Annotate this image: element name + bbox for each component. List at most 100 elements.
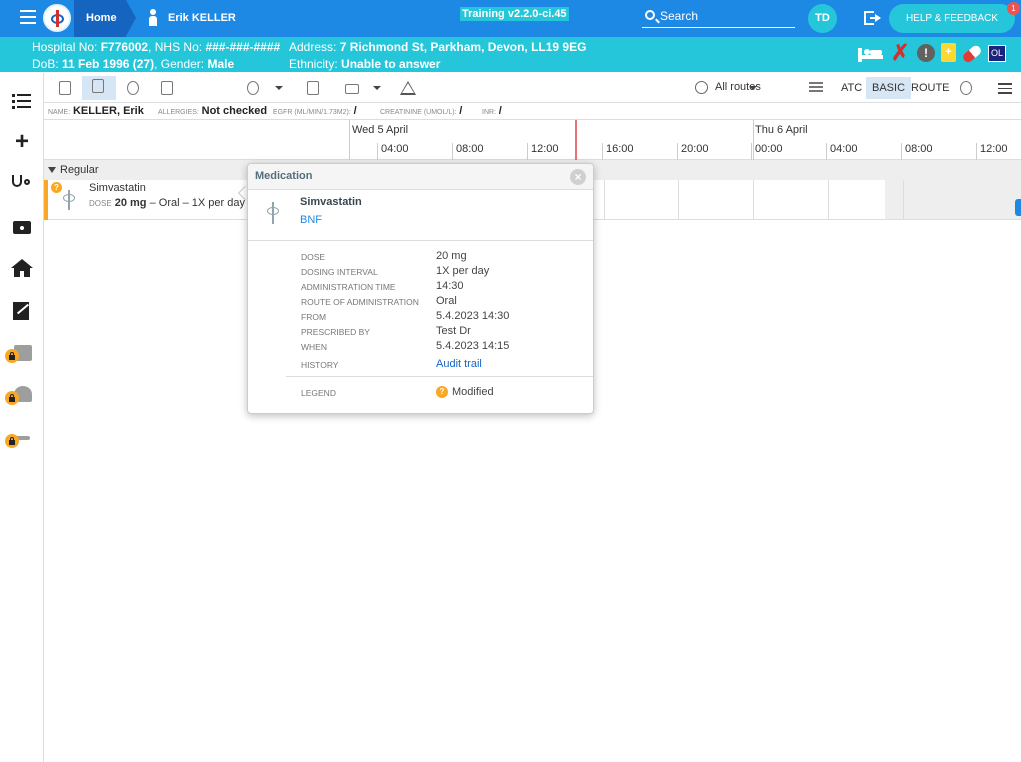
patient-ids: Hospital No: F776002, NHS No: ###-###-##… [32,40,280,54]
detail-value: 5.4.2023 14:15 [436,340,510,352]
user-avatar[interactable]: TD [808,4,837,33]
detail-label: ROUTE OF ADMINISTRATION [301,297,419,307]
lock-icon[interactable] [5,434,19,448]
medication-name[interactable]: Simvastatin [89,182,146,194]
more-menu-icon[interactable] [998,83,1012,94]
search-button[interactable]: Search [642,6,795,28]
dob: 11 Feb 1996 (27) [62,57,155,71]
info-allergies: ALLERGIES: Not checked [158,105,267,117]
chevron-down-icon[interactable] [373,86,381,90]
current-time-line [575,120,577,160]
plus-icon[interactable]: + [10,130,34,154]
patient-banner: Hospital No: F776002, NHS No: ###-###-##… [0,37,1021,72]
pill-circle-icon[interactable] [122,78,144,98]
lock-icon[interactable] [5,349,19,363]
timeline-day: Thu 6 April [755,124,808,136]
modified-bar [44,180,48,220]
detail-value: 1X per day [436,265,490,277]
popup-title: Medication [255,170,313,182]
chart-edit-icon[interactable] [10,300,34,322]
gender-label: Gender: [160,57,205,71]
collapse-triangle-icon[interactable] [48,167,56,173]
time-cell[interactable] [753,180,754,220]
info-inr-value: / [498,105,502,117]
info-creatinine: CREATININE (UMOL/L): / [380,105,462,117]
legend-value: Modified [452,386,494,398]
list-icon[interactable] [10,90,34,112]
medication-dose: DOSE 20 mg – Oral – 1X per day [89,197,245,209]
legend-label: LEGEND [301,388,336,398]
detail-label: HISTORY [301,360,339,370]
timeline-tick: 08:00 [901,143,933,160]
detail-value: Test Dr [436,325,471,337]
detail-value: 5.4.2023 14:30 [436,310,510,322]
caduceus-icon [265,202,281,224]
bed-icon[interactable] [858,44,883,62]
ol-icon[interactable]: OL [988,45,1006,62]
print-icon[interactable] [340,78,362,98]
detail-value: 14:30 [436,280,464,292]
administration-icon[interactable] [82,76,116,100]
chevron-down-icon[interactable] [749,86,757,90]
nhs-no: ###-###-#### [205,40,281,54]
close-icon[interactable]: × [570,169,586,185]
patient-ethnicity: Ethnicity: Unable to answer [289,57,440,71]
time-cell[interactable] [604,180,605,220]
breadcrumb-home[interactable]: Home [74,0,136,37]
timeline-tick: 08:00 [452,143,484,160]
bnf-link[interactable]: BNF [300,214,322,226]
divider [248,240,593,241]
menu-icon[interactable] [20,10,36,24]
home-icon[interactable] [10,258,34,280]
info-inr: INR: / [482,105,502,117]
info-inr-label: INR: [482,109,496,116]
timeline-tick: 16:00 [602,143,634,160]
patient-demographics: DoB: 11 Feb 1996 (27), Gender: Male [32,57,234,71]
document-icon[interactable] [156,78,178,98]
divider [286,376,593,377]
routes-icon [695,81,708,94]
info-egfr-label: EGFR (ML/MIN/1.73M2): [273,109,351,116]
camera-icon[interactable] [10,217,34,239]
sort-icon[interactable] [809,82,823,94]
clipboard-icon[interactable]: + [941,43,956,62]
search-icon [645,10,655,20]
popup-medication-name: Simvastatin [300,196,362,208]
group-label: Regular [60,164,99,176]
app-logo-icon[interactable] [43,4,71,32]
pill-icon[interactable] [961,43,983,65]
timeline-tick: 12:00 [976,143,1008,160]
stethoscope-icon[interactable] [10,173,34,195]
time-cell[interactable] [678,180,679,220]
timeline-tick: 04:00 [826,143,858,160]
atc-view-button[interactable]: ATC [835,77,868,99]
add-order-icon[interactable] [302,78,324,98]
add-medication-icon[interactable] [242,78,264,98]
audit-trail-link[interactable]: Audit trail [436,358,482,370]
route-view-button[interactable]: ROUTE [905,77,956,99]
x-icon[interactable]: ✗ [891,42,909,64]
dose-value: 20 mg [114,197,147,209]
time-cell[interactable] [903,180,904,220]
warning-icon[interactable] [400,81,416,95]
dose-detail: – Oral – 1X per day [149,197,245,209]
detail-value: 20 mg [436,250,467,262]
info-allergies-value: Not checked [201,105,268,117]
detail-label: WHEN [301,342,327,352]
lock-icon[interactable] [5,391,19,405]
settings-icon[interactable] [955,78,977,98]
hospital-no-label: Hospital No: [32,40,98,54]
nhs-no-label: NHS No: [154,40,203,54]
logout-icon[interactable] [864,11,882,25]
chevron-down-icon[interactable] [275,86,283,90]
address-label: Address: [289,40,337,54]
time-cell[interactable] [828,180,829,220]
detail-label: FROM [301,312,327,322]
breadcrumb-patient[interactable]: Erik KELLER [146,0,236,37]
info-creatinine-label: CREATININE (UMOL/L): [380,109,457,116]
scroll-handle[interactable] [1015,199,1021,216]
help-feedback-button[interactable]: HELP & FEEDBACK [889,4,1015,33]
alert-icon[interactable]: ! [917,44,935,62]
person-icon [146,9,160,27]
prescription-icon[interactable] [54,78,76,98]
